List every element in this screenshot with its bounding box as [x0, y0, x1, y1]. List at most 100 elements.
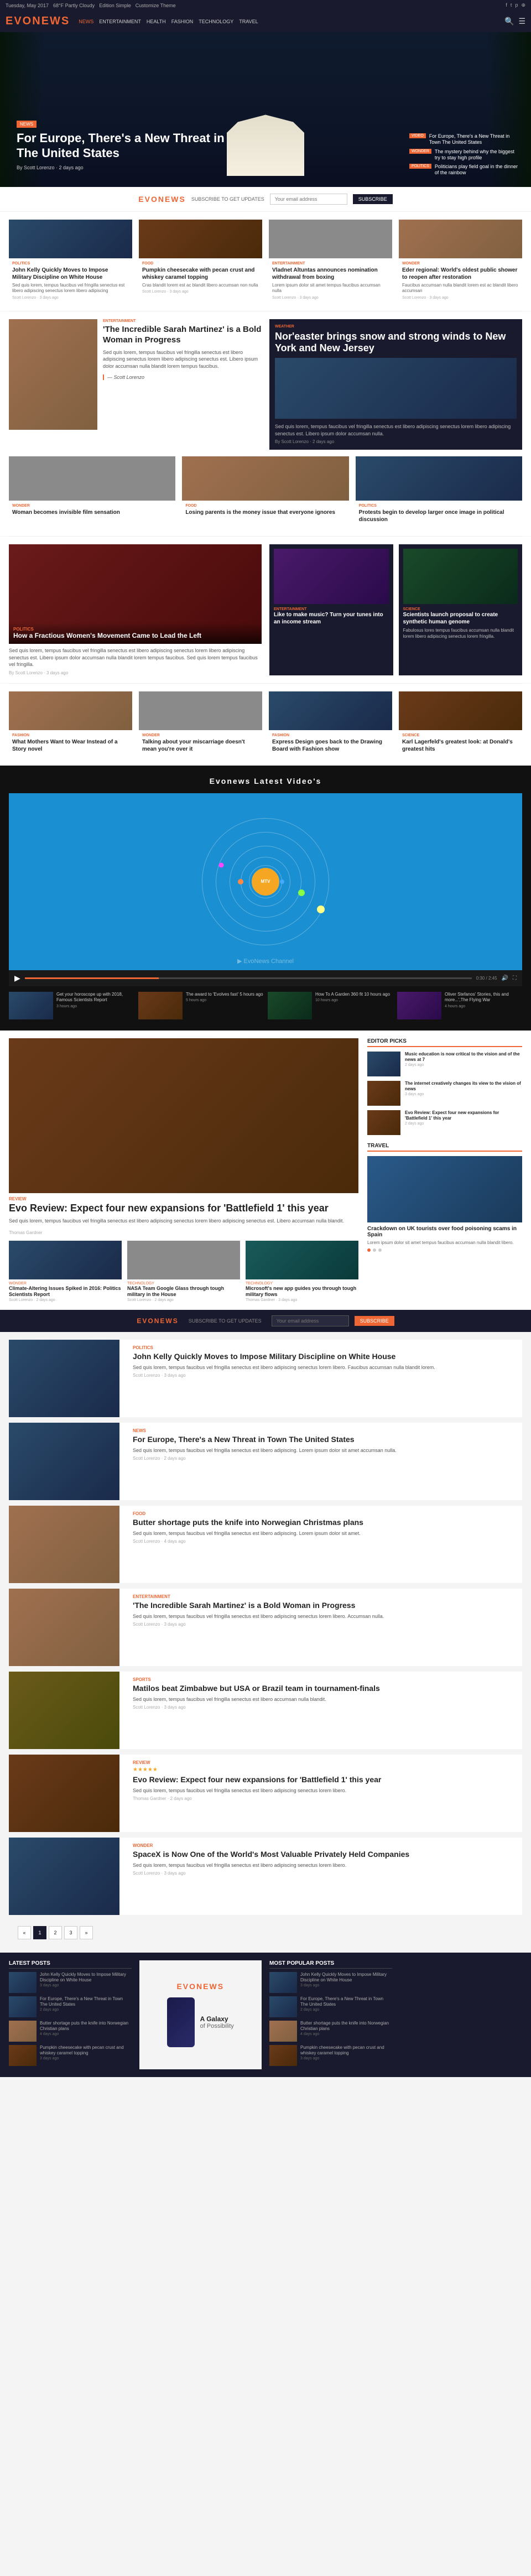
news-row3-title-2[interactable]: Express Design goes back to the Drawing …	[272, 738, 389, 753]
dot-1[interactable]	[373, 1248, 376, 1252]
video-progress-bar[interactable]	[25, 977, 472, 979]
footer-sponsor: EVONEWS A Galaxy of Possibility	[139, 1960, 262, 2069]
video-thumbnails: Get your horoscope up with 2018, Famous …	[9, 992, 522, 1019]
hero-author: By Scott Lorenzo	[17, 165, 55, 170]
news-row3-img-0	[9, 691, 132, 730]
long-list-title-5[interactable]: Evo Review: Expect four new expansions f…	[133, 1775, 517, 1784]
long-list-img-2	[9, 1506, 119, 1583]
video-section-title: Evonews Latest Video's	[9, 777, 522, 785]
scientists-title[interactable]: Scientists launch proposal to create syn…	[403, 611, 518, 626]
footer-latest-text-3[interactable]: Pumpkin cheesecake with pecan crust and …	[40, 2045, 132, 2057]
review-sub-title-1[interactable]: NASA Team Google Glass through tough mil…	[127, 1286, 240, 1298]
make-music-card: ENTERTAINMENT Like to make music? Turn y…	[269, 544, 393, 675]
make-music-title[interactable]: Like to make music? Turn your tunes into…	[274, 611, 389, 626]
dot-0[interactable]	[367, 1248, 371, 1252]
newsletter-email-input[interactable]	[270, 194, 347, 205]
newsletter2-subscribe-button[interactable]: SUBSCRIBE	[355, 1316, 394, 1326]
footer-latest-text-0[interactable]: John Kelly Quickly Moves to Impose Milit…	[40, 1972, 132, 1984]
footer-popular-text-1[interactable]: For Europe, There's a New Threat in Town…	[300, 1996, 392, 2008]
news-card-title-3[interactable]: Eder regional: World's oldest public sho…	[402, 267, 519, 281]
news-card-img-1	[139, 220, 262, 258]
long-list-title-0[interactable]: John Kelly Quickly Moves to Impose Milit…	[133, 1352, 517, 1361]
long-list-title-2[interactable]: Butter shortage puts the knife into Norw…	[133, 1518, 517, 1527]
news-row2-title-1[interactable]: Losing parents is the money issue that e…	[185, 509, 345, 516]
news-card-title-2[interactable]: Vladnet Altuntas announces nomination wi…	[272, 267, 389, 281]
news-row3-card-1: WONDER Talking about your miscarriage do…	[139, 691, 262, 758]
video-thumb-2[interactable]: How To A Garden 360 fit 10 hours ago 10 …	[268, 992, 393, 1019]
long-list-title-1[interactable]: For Europe, There's a New Threat in Town…	[133, 1435, 517, 1444]
noreaster-title[interactable]: Nor'easter brings snow and strong winds …	[275, 331, 517, 355]
video-volume-icon[interactable]: 🔊	[502, 975, 508, 981]
nav-entertainment[interactable]: ENTERTAINMENT	[99, 19, 141, 24]
hero-sidebar-item-2: POLITICS Politicians play field goal in …	[409, 164, 520, 176]
long-list-title-3[interactable]: 'The Incredible Sarah Martinez' is a Bol…	[133, 1601, 517, 1610]
facebook-icon[interactable]: f	[506, 2, 507, 8]
pinterest-icon[interactable]: p	[515, 2, 518, 8]
review-title[interactable]: Evo Review: Expect four new expansions f…	[9, 1203, 358, 1214]
logo-news: NEWS	[32, 15, 70, 27]
video-thumb-1[interactable]: The award to 'Evolves fast' 5 hours ago …	[138, 992, 263, 1019]
newsletter-subscribe-button[interactable]: SUBSCRIBE	[353, 194, 393, 204]
news-card-title-0[interactable]: John Kelly Quickly Moves to Impose Milit…	[12, 267, 129, 281]
page-button-2[interactable]: 2	[49, 1926, 62, 1939]
video-player[interactable]: MTV ▶ EvoNews Channel	[9, 793, 522, 970]
video-thumb-img-1	[138, 992, 183, 1019]
news-row2-title-0[interactable]: Woman becomes invisible film sensation	[12, 509, 172, 516]
video-fullscreen-icon[interactable]: ⛶	[513, 975, 517, 981]
next-page-button[interactable]: »	[80, 1926, 93, 1939]
video-play-button[interactable]: ▶	[14, 974, 20, 983]
footer-latest-text-2[interactable]: Butter shortage puts the knife into Norw…	[40, 2021, 132, 2032]
nav-travel[interactable]: TRAVEL	[239, 19, 258, 24]
long-list-item-1: NEWS For Europe, There's a New Threat in…	[9, 1423, 522, 1500]
long-list-title-6[interactable]: SpaceX is Now One of the World's Most Va…	[133, 1850, 517, 1859]
news-row2-title-2[interactable]: Protests begin to develop larger once im…	[359, 509, 519, 523]
rss-icon[interactable]: ⊕	[521, 2, 525, 8]
footer-popular-text-3[interactable]: Pumpkin cheesecake with pecan crust and …	[300, 2045, 392, 2057]
long-list-title-4[interactable]: Matilos beat Zimbabwe but USA or Brazil …	[133, 1684, 517, 1693]
review-sub-meta-1: Scott Lorenzo · 2 days ago	[127, 1298, 240, 1302]
video-thumb-img-0	[9, 992, 53, 1019]
nav-fashion[interactable]: FASHION	[171, 19, 194, 24]
video-thumb-3[interactable]: Oliver Stefanos' Stories, this and more.…	[397, 992, 522, 1019]
nav-technology[interactable]: TECHNOLOGY	[199, 19, 233, 24]
editor-pick-text-2[interactable]: Evo Review: Expect four new expansions f…	[405, 1110, 522, 1122]
footer-popular-title: MOST POPULAR POSTS	[269, 1960, 392, 1969]
page-button-3[interactable]: 3	[64, 1926, 77, 1939]
travel-subtitle[interactable]: Crackdown on UK tourists over food poiso…	[367, 1226, 522, 1238]
editor-pick-img-2	[367, 1110, 400, 1135]
womens-tag: POLITICS	[13, 627, 257, 632]
main-nav: EVONEWS NEWS ENTERTAINMENT HEALTH FASHIO…	[0, 11, 531, 32]
prev-page-button[interactable]: «	[18, 1926, 31, 1939]
news-row2-tag-1: FOOD	[185, 504, 345, 508]
sidebar-travel: TRAVEL Crackdown on UK tourists over foo…	[367, 1143, 522, 1252]
news-row3-title-1[interactable]: Talking about your miscarriage doesn't m…	[142, 738, 259, 753]
customize-label[interactable]: Customize Theme	[136, 3, 176, 8]
edition-label[interactable]: Edition Simple	[99, 3, 131, 8]
newsletter2-email-input[interactable]	[272, 1315, 349, 1326]
page-button-1[interactable]: 1	[33, 1926, 46, 1939]
site-logo[interactable]: EVONEWS	[6, 15, 70, 28]
search-icon[interactable]: 🔍	[504, 17, 514, 26]
dot-2[interactable]	[378, 1248, 382, 1252]
editor-pick-text-1[interactable]: The internet creatively changes its view…	[405, 1081, 522, 1092]
footer-latest-text-1[interactable]: For Europe, There's a New Threat in Town…	[40, 1996, 132, 2008]
news-row3-title-0[interactable]: What Mothers Want to Wear Instead of a S…	[12, 738, 129, 753]
news-card-title-1[interactable]: Pumpkin cheesecake with pecan crust and …	[142, 267, 259, 281]
twitter-icon[interactable]: t	[511, 2, 512, 8]
footer-popular-img-3	[269, 2045, 297, 2066]
nav-news[interactable]: NEWS	[79, 19, 93, 24]
video-thumb-0[interactable]: Get your horoscope up with 2018, Famous …	[9, 992, 134, 1019]
news-row3-title-3[interactable]: Karl Lagerfeld's greatest look: at Donal…	[402, 738, 519, 753]
menu-icon[interactable]: ☰	[518, 17, 525, 26]
review-sub-img-2	[246, 1241, 358, 1279]
editor-pick-text-0[interactable]: Music education is now critical to the v…	[405, 1052, 522, 1063]
review-sub-title-0[interactable]: Climate-Altering Issues Spiked in 2016: …	[9, 1286, 122, 1298]
sidebar-column: EDITOR PICKS Music education is now crit…	[367, 1038, 522, 1302]
footer-popular-text-0[interactable]: John Kelly Quickly Moves to Impose Milit…	[300, 1972, 392, 1984]
nav-health[interactable]: HEALTH	[147, 19, 166, 24]
news-row3-card-2: FASHION Express Design goes back to the …	[269, 691, 392, 758]
sarah-title[interactable]: 'The Incredible Sarah Martinez' is a Bol…	[103, 324, 262, 346]
footer-popular-text-2[interactable]: Butter shortage puts the knife into Norw…	[300, 2021, 392, 2032]
womens-title[interactable]: How a Fractious Women's Movement Came to…	[13, 632, 257, 639]
review-sub-title-2[interactable]: Microsoft's new app guides you through t…	[246, 1286, 358, 1298]
